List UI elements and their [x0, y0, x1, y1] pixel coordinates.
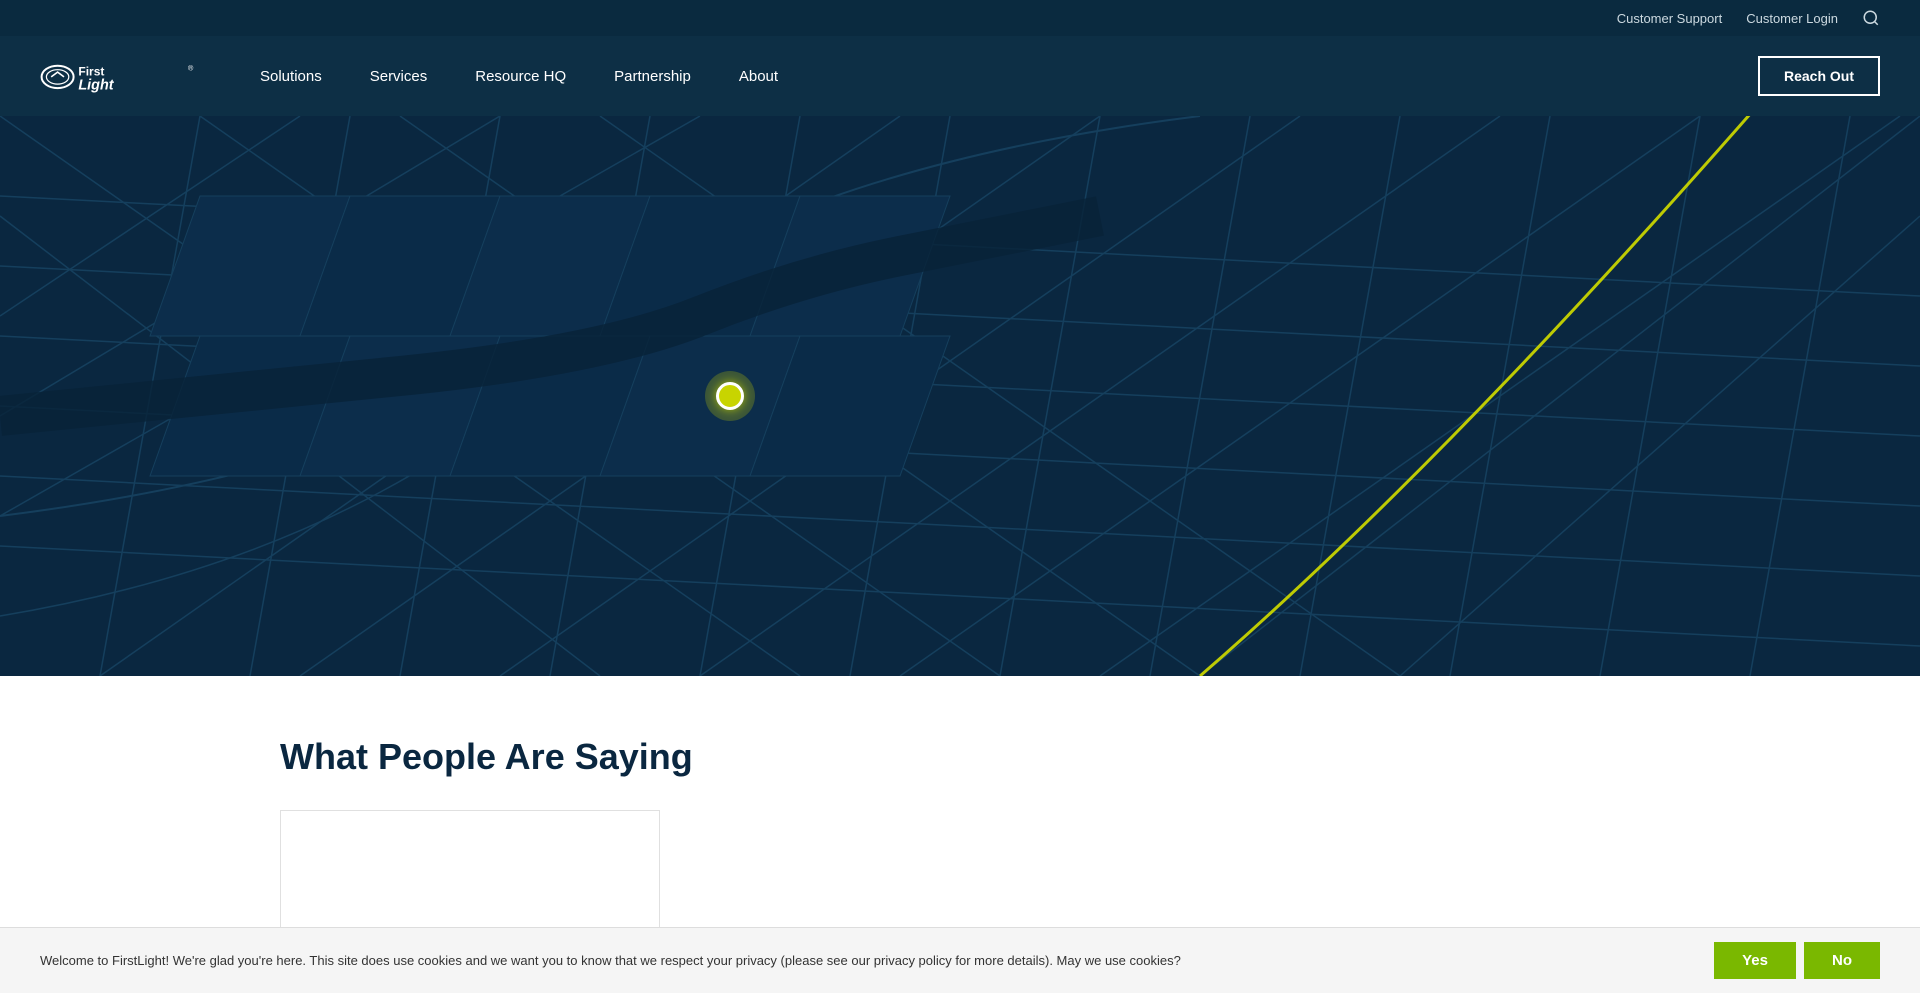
- logo-area: First Light ®: [40, 54, 200, 99]
- search-button[interactable]: [1862, 9, 1880, 27]
- customer-support-link[interactable]: Customer Support: [1617, 11, 1723, 26]
- cookie-no-button[interactable]: No: [1804, 942, 1880, 979]
- main-nav: First Light ® Solutions Services Resourc…: [0, 36, 1920, 116]
- location-marker: [705, 371, 755, 421]
- nav-partnership[interactable]: Partnership: [614, 64, 691, 89]
- nav-resource-hq[interactable]: Resource HQ: [475, 64, 566, 89]
- nav-services[interactable]: Services: [370, 64, 428, 89]
- cookie-yes-button[interactable]: Yes: [1714, 942, 1796, 979]
- top-bar: Customer Support Customer Login: [0, 0, 1920, 36]
- cookie-message: Welcome to FirstLight! We're glad you're…: [40, 953, 1690, 968]
- hero-section: [0, 116, 1920, 676]
- svg-text:®: ®: [188, 63, 194, 72]
- marker-outer-ring: [705, 371, 755, 421]
- nav-solutions[interactable]: Solutions: [260, 64, 322, 89]
- nav-links: Solutions Services Resource HQ Partnersh…: [260, 64, 1758, 89]
- cookie-bar: Welcome to FirstLight! We're glad you're…: [0, 927, 1920, 993]
- testimonials-section: What People Are Saying: [0, 676, 1920, 970]
- nav-about[interactable]: About: [739, 64, 778, 89]
- firstlight-logo: First Light ®: [40, 54, 200, 99]
- customer-login-link[interactable]: Customer Login: [1746, 11, 1838, 26]
- svg-text:Light: Light: [78, 77, 114, 93]
- marker-center: [716, 382, 744, 410]
- map-background: [0, 116, 1920, 676]
- svg-text:First: First: [78, 64, 104, 78]
- cookie-buttons: Yes No: [1714, 942, 1880, 979]
- search-icon: [1862, 9, 1880, 27]
- testimonial-card: [280, 810, 660, 930]
- map-streets-svg: [0, 116, 1920, 676]
- testimonials-title: What People Are Saying: [280, 736, 1640, 778]
- reach-out-button[interactable]: Reach Out: [1758, 56, 1880, 96]
